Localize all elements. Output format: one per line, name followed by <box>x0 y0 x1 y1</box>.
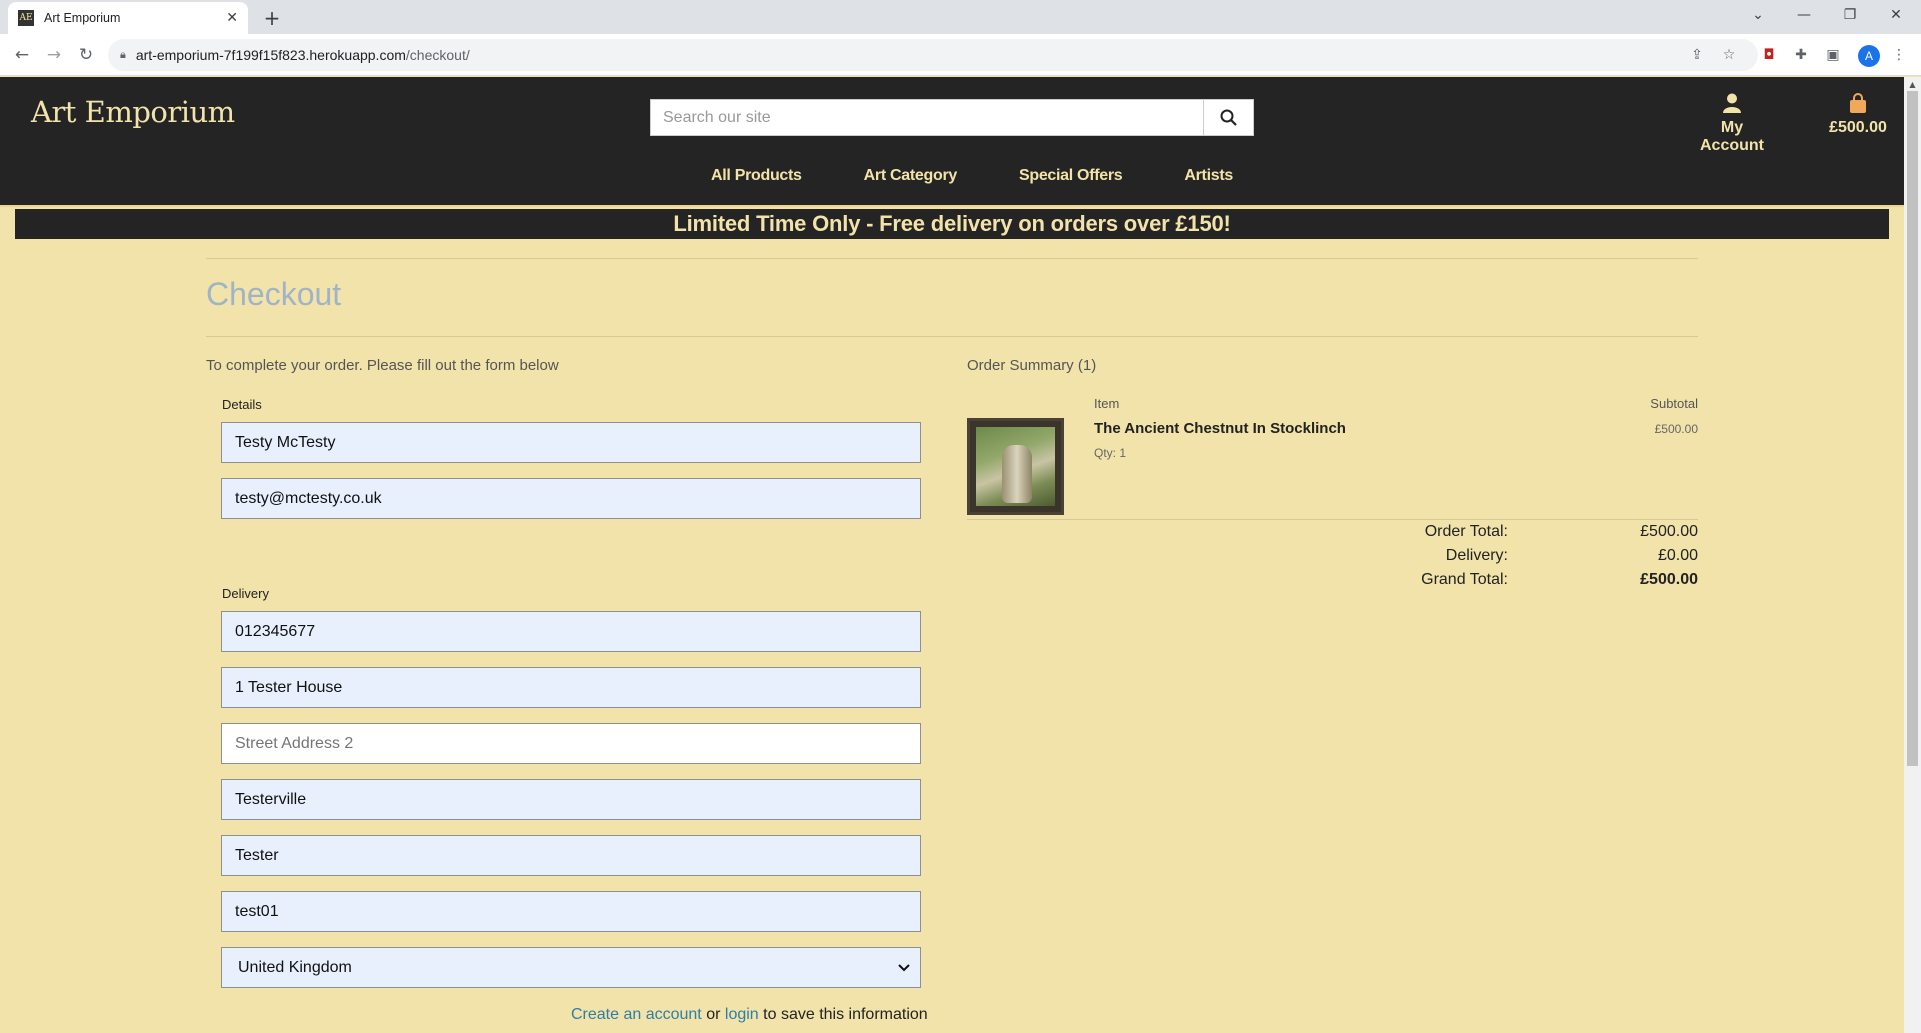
promo-banner-text: Limited Time Only - Free delivery on ord… <box>673 211 1231 236</box>
site-favicon-icon: AE <box>18 10 34 26</box>
product-subtotal: £500.00 <box>1654 422 1698 436</box>
site-logo[interactable]: Art Emporium <box>31 95 235 129</box>
scroll-up-icon[interactable]: ▲ <box>1904 77 1921 91</box>
town-or-city-field[interactable]: Testerville <box>221 779 921 820</box>
search-form: Search our site <box>650 99 1254 136</box>
delivery-cost-label: Delivery: <box>1445 547 1508 564</box>
window-close-icon[interactable]: ✕ <box>1873 0 1919 30</box>
product-thumbnail[interactable] <box>967 418 1064 515</box>
email-field[interactable]: testy@mctesty.co.uk <box>221 478 921 519</box>
user-icon <box>1723 93 1741 113</box>
bag-total: £500.00 <box>1829 119 1887 136</box>
restore-icon[interactable]: ❐ <box>1827 0 1873 30</box>
full-name-field[interactable]: Testy McTesty <box>221 422 921 463</box>
title-divider-bottom <box>206 336 1698 337</box>
address-bar[interactable]: 🔒︎ art-emporium-7f199f15f823.herokuapp.c… <box>108 39 1758 71</box>
site-header: Art Emporium Search our site My Account … <box>0 77 1904 205</box>
item-column-header: Item <box>1094 396 1120 411</box>
url-path: /checkout/ <box>405 47 470 63</box>
tab-title: Art Emporium <box>44 11 121 25</box>
url-domain: art-emporium-7f199f15f823.herokuapp.com <box>135 47 406 63</box>
search-button[interactable] <box>1204 99 1254 136</box>
product-name: The Ancient Chestnut In Stocklinch <box>1094 420 1346 437</box>
nav-artists[interactable]: Artists <box>1184 167 1233 185</box>
product-image <box>976 427 1055 506</box>
county-field[interactable]: Tester <box>221 835 921 876</box>
create-account-link[interactable]: Create an account <box>571 1006 702 1023</box>
save-note-or: or <box>706 1006 721 1023</box>
checkout-instructions: To complete your order. Please fill out … <box>206 357 559 374</box>
browser-menu-icon[interactable]: ⋮ <box>1889 45 1909 65</box>
extension-icon[interactable]: ◘ <box>1759 45 1779 65</box>
tab-close-icon[interactable]: ✕ <box>226 10 238 26</box>
country-selected-value: United Kingdom <box>238 958 352 976</box>
postcode-field[interactable]: test01 <box>221 891 921 932</box>
back-icon[interactable]: ← <box>8 41 36 69</box>
details-label: Details <box>222 397 262 412</box>
search-icon <box>1220 109 1237 126</box>
login-link[interactable]: login <box>725 1006 759 1023</box>
nav-all-products[interactable]: All Products <box>711 167 802 185</box>
header-divider <box>0 205 1904 207</box>
delivery-label: Delivery <box>222 586 269 601</box>
save-info-note: Create an account or login to save this … <box>571 1006 928 1024</box>
grand-total-value: £500.00 <box>1640 571 1698 588</box>
street-address-1-field[interactable]: 1 Tester House <box>221 667 921 708</box>
title-divider-top <box>206 258 1698 259</box>
nav-special-offers[interactable]: Special Offers <box>1019 167 1123 185</box>
grand-total-label: Grand Total: <box>1421 571 1508 588</box>
side-panel-icon[interactable]: ▣ <box>1823 45 1843 65</box>
subtotal-column-header: Subtotal <box>1650 396 1698 411</box>
order-total-label: Order Total: <box>1424 523 1508 540</box>
product-qty: Qty: 1 <box>1094 446 1127 460</box>
promo-banner: Limited Time Only - Free delivery on ord… <box>15 209 1889 239</box>
page-scrollbar[interactable]: ▲ <box>1904 77 1921 1033</box>
country-select[interactable]: United Kingdom <box>221 947 921 988</box>
totals-divider <box>967 519 1698 520</box>
forward-icon[interactable]: → <box>40 41 68 69</box>
profile-avatar[interactable]: A <box>1858 45 1880 67</box>
main-nav: All Products Art Category Special Offers… <box>0 167 1904 185</box>
order-summary-title: Order Summary (1) <box>967 357 1097 374</box>
tab-search-icon[interactable]: ⌄ <box>1735 0 1781 30</box>
extensions-puzzle-icon[interactable]: ✚ <box>1791 45 1811 65</box>
scrollbar-thumb[interactable] <box>1907 91 1918 766</box>
chevron-down-icon <box>898 963 910 971</box>
bookmark-star-icon[interactable]: ☆ <box>1719 45 1739 65</box>
new-tab-icon[interactable]: + <box>258 4 286 32</box>
street-address-2-field[interactable]: Street Address 2 <box>221 723 921 764</box>
reload-icon[interactable]: ↻ <box>72 41 100 69</box>
my-account-label: My Account <box>1700 119 1764 154</box>
page-title: Checkout <box>206 276 342 312</box>
search-input[interactable]: Search our site <box>650 99 1204 136</box>
nav-art-category[interactable]: Art Category <box>864 167 958 185</box>
phone-number-field[interactable]: 012345677 <box>221 611 921 652</box>
save-note-rest: to save this information <box>763 1006 928 1023</box>
browser-tabstrip: AE Art Emporium ✕ + ⌄ — ❐ ✕ <box>0 0 1921 34</box>
my-account-link[interactable]: My Account <box>1687 93 1777 155</box>
minimize-icon[interactable]: — <box>1781 0 1827 30</box>
delivery-cost-value: £0.00 <box>1657 547 1698 564</box>
lock-icon: 🔒︎ <box>120 48 126 61</box>
browser-toolbar: ← → ↻ 🔒︎ art-emporium-7f199f15f823.herok… <box>0 34 1921 76</box>
order-total-value: £500.00 <box>1640 523 1698 540</box>
browser-tab[interactable]: AE Art Emporium ✕ <box>8 2 248 34</box>
share-icon[interactable]: ⇪ <box>1687 45 1707 65</box>
shopping-bag-icon <box>1850 93 1866 113</box>
shopping-bag-link[interactable]: £500.00 <box>1808 93 1908 137</box>
